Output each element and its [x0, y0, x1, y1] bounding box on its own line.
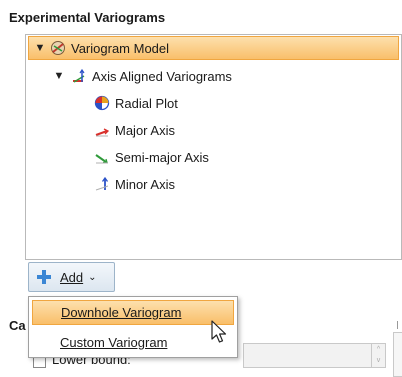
semi-major-axis-icon — [93, 148, 111, 166]
divider — [397, 321, 398, 329]
major-axis-icon — [93, 121, 111, 139]
minor-axis-icon — [93, 175, 111, 193]
variogram-tree[interactable]: ▼ Variogram Model ▼ Axis Aligned Variogr… — [25, 34, 402, 260]
tree-item-label: Minor Axis — [115, 176, 175, 192]
plus-icon — [35, 268, 53, 286]
tree-item-label: Semi-major Axis — [115, 149, 209, 165]
add-dropdown-menu: Downhole Variogram Custom Variogram — [28, 296, 238, 358]
add-button[interactable]: Add ⌄ — [28, 262, 115, 292]
add-button-label: Add — [60, 269, 84, 285]
partially-hidden-section-title: Ca — [9, 318, 26, 333]
tree-item-label: Variogram Model — [71, 40, 170, 56]
radial-plot-icon — [93, 94, 111, 112]
spinner-icon[interactable]: ^ v — [371, 344, 385, 367]
expand-toggle[interactable]: ▼ — [52, 70, 66, 82]
tree-item-variogram-model[interactable]: ▼ Variogram Model — [28, 36, 399, 60]
menu-item-label: Downhole Variogram — [61, 305, 182, 320]
mouse-cursor-icon — [211, 320, 227, 343]
tree-item-axis-aligned[interactable]: ▼ Axis Aligned Variograms — [52, 64, 232, 88]
lower-bound-input[interactable]: ^ v — [243, 343, 386, 368]
variogram-model-icon — [49, 39, 67, 57]
side-panel-edge — [393, 332, 402, 377]
section-title: Experimental Variograms — [9, 10, 166, 25]
menu-item-downhole-variogram[interactable]: Downhole Variogram — [32, 300, 234, 325]
axis-aligned-icon — [70, 67, 88, 85]
tree-item-label: Major Axis — [115, 122, 175, 138]
tree-item-major-axis[interactable]: Major Axis — [93, 118, 175, 142]
menu-item-custom-variogram[interactable]: Custom Variogram — [32, 330, 234, 355]
tree-item-minor-axis[interactable]: Minor Axis — [93, 172, 175, 196]
expand-toggle[interactable]: ▼ — [33, 42, 47, 54]
tree-item-label: Radial Plot — [115, 95, 178, 111]
tree-item-semi-major-axis[interactable]: Semi-major Axis — [93, 145, 209, 169]
tree-item-label: Axis Aligned Variograms — [92, 68, 232, 84]
chevron-down-icon: ⌄ — [88, 271, 97, 283]
tree-item-radial-plot[interactable]: Radial Plot — [93, 91, 178, 115]
menu-item-label: Custom Variogram — [60, 335, 168, 350]
